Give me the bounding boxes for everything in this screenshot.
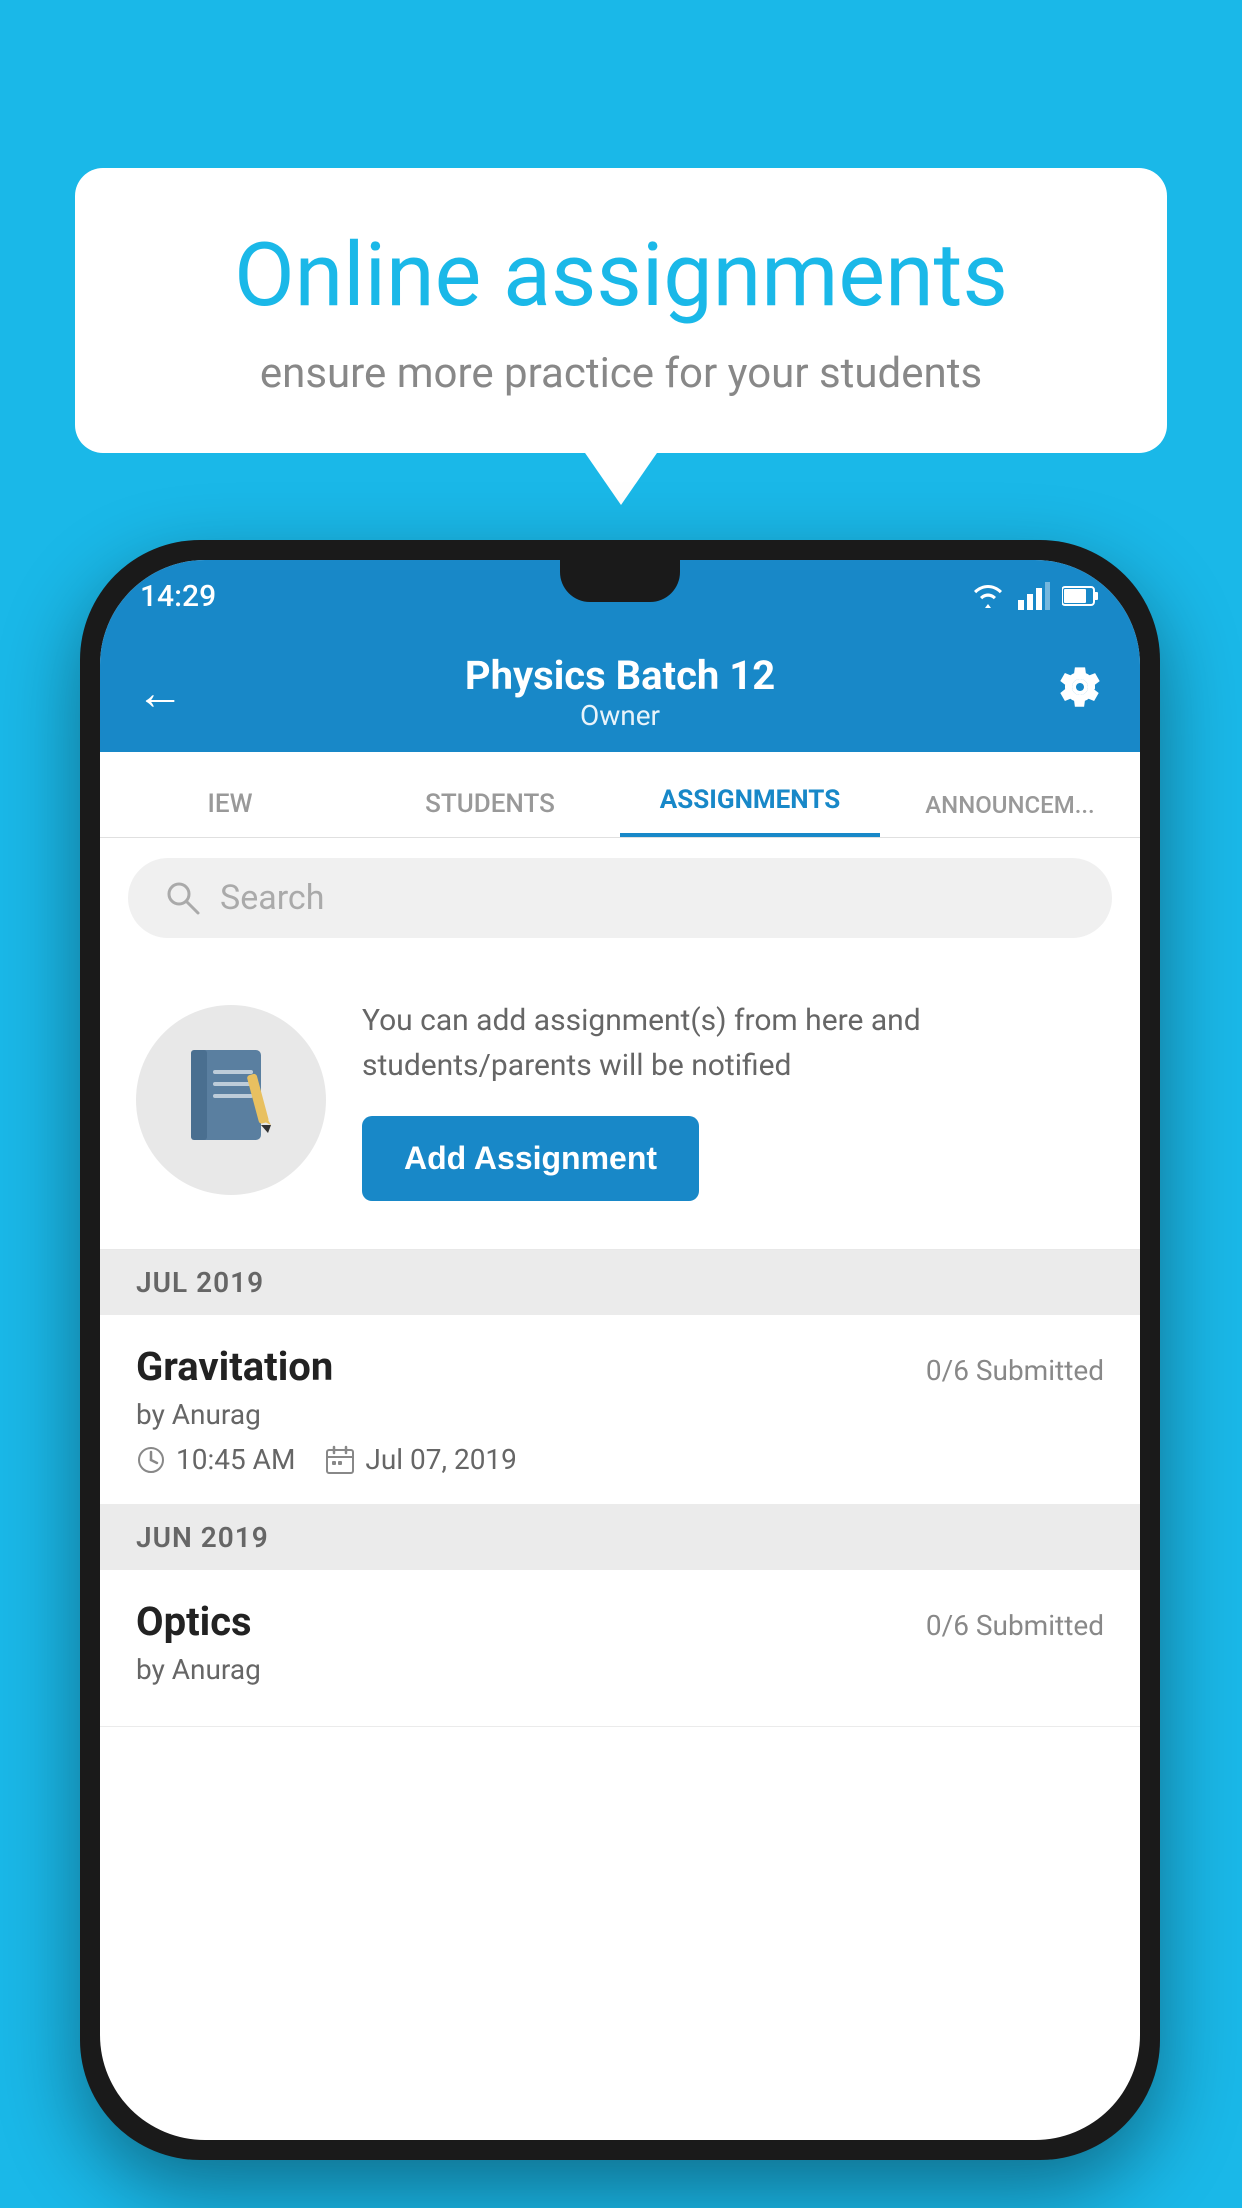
tabs: IEW STUDENTS ASSIGNMENTS ANNOUNCEM... [100,752,1140,838]
assignment-name-optics: Optics [136,1598,252,1645]
meta-date: Jul 07, 2019 [325,1443,517,1476]
assignment-top-row-optics: Optics 0/6 Submitted [136,1598,1104,1645]
promo-card: You can add assignment(s) from here and … [100,958,1140,1250]
phone-frame: 14:29 [80,540,1160,2160]
battery-icon [1062,585,1100,607]
phone-screen: 14:29 [100,560,1140,2140]
clock-icon [136,1445,166,1475]
header-subtitle: Owner [465,699,775,732]
status-time: 14:29 [140,579,216,614]
header-center: Physics Batch 12 Owner [465,652,775,732]
assignment-name: Gravitation [136,1343,333,1390]
calendar-icon [325,1445,355,1475]
assignment-item-gravitation[interactable]: Gravitation 0/6 Submitted by Anurag 10:4… [100,1315,1140,1505]
speech-bubble-title: Online assignments [155,228,1087,325]
search-placeholder: Search [220,878,324,918]
notch [560,560,680,602]
promo-description: You can add assignment(s) from here and … [362,998,1104,1088]
back-button[interactable]: ← [136,664,184,721]
assignment-by-optics: by Anurag [136,1653,1104,1686]
speech-bubble-subtitle: ensure more practice for your students [155,349,1087,398]
section-header-jun: JUN 2019 [100,1505,1140,1570]
assignment-item-optics[interactable]: Optics 0/6 Submitted by Anurag [100,1570,1140,1727]
tab-students[interactable]: STUDENTS [360,789,620,837]
wifi-icon [970,582,1006,610]
tab-assignments[interactable]: ASSIGNMENTS [620,785,880,837]
content-area: Search [100,838,1140,1727]
section-header-jul: JUL 2019 [100,1250,1140,1315]
assignment-by: by Anurag [136,1398,1104,1431]
notebook-icon [181,1045,281,1155]
speech-bubble-wrapper: Online assignments ensure more practice … [75,168,1167,453]
promo-text-area: You can add assignment(s) from here and … [362,998,1104,1201]
speech-bubble: Online assignments ensure more practice … [75,168,1167,453]
tab-announcements[interactable]: ANNOUNCEM... [880,791,1140,837]
add-assignment-button[interactable]: Add Assignment [362,1116,699,1201]
assignment-meta: 10:45 AM Jul 07, 2019 [136,1443,1104,1476]
meta-time: 10:45 AM [136,1443,295,1476]
header-title: Physics Batch 12 [465,652,775,699]
date-text: Jul 07, 2019 [365,1443,517,1476]
status-icons [970,582,1100,610]
app-header: ← Physics Batch 12 Owner [100,632,1140,752]
search-bar[interactable]: Search [128,858,1112,938]
signal-icon [1018,582,1050,610]
assignment-submitted-optics: 0/6 Submitted [926,1609,1104,1642]
assignment-top-row: Gravitation 0/6 Submitted [136,1343,1104,1390]
tab-iew[interactable]: IEW [100,789,360,837]
search-container: Search [100,838,1140,958]
assignment-submitted: 0/6 Submitted [926,1354,1104,1387]
search-icon [164,879,202,917]
settings-icon[interactable] [1056,663,1104,722]
promo-icon-circle [136,1005,326,1195]
time-text: 10:45 AM [176,1443,295,1476]
